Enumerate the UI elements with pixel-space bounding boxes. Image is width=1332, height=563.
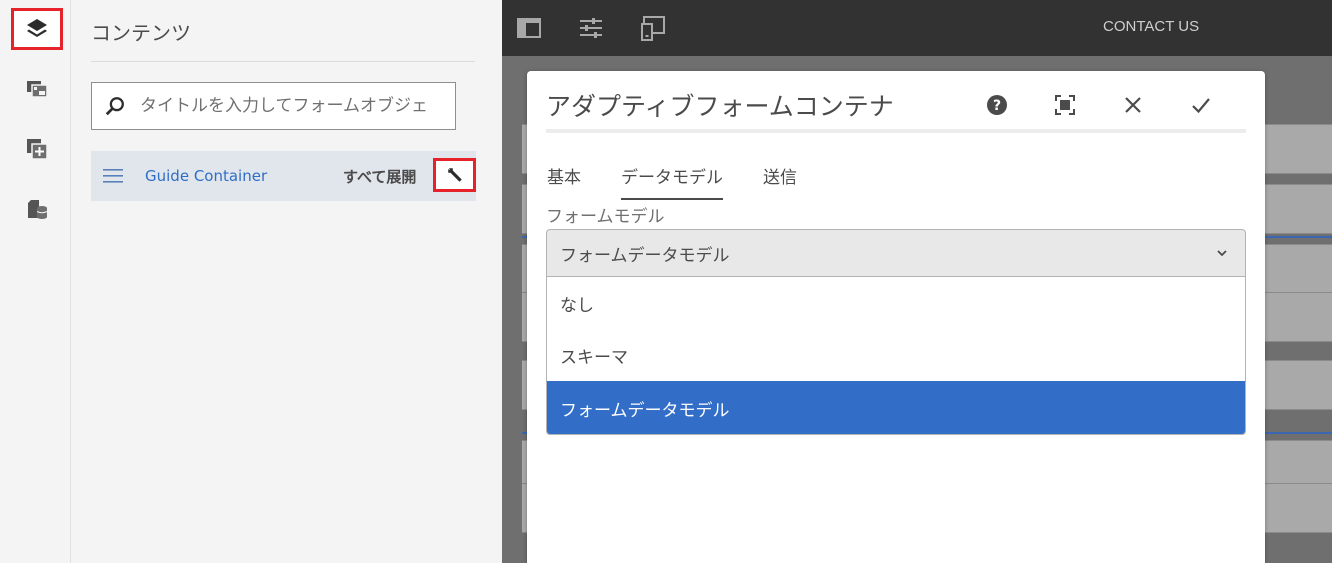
tree-item-label[interactable]: Guide Container (145, 167, 267, 185)
chevron-down-icon (1217, 250, 1227, 257)
panel-divider (91, 61, 475, 62)
expand-all-button[interactable]: すべて展開 (343, 166, 416, 187)
form-model-select[interactable]: フォームデータモデル (546, 229, 1246, 277)
contact-us-label: CONTACT US (1103, 18, 1200, 35)
dialog-divider (546, 129, 1246, 133)
list-icon (103, 169, 123, 183)
search-icon (105, 97, 124, 116)
add-component-button[interactable] (12, 129, 62, 169)
form-model-options: なし スキーマ フォームデータモデル (546, 277, 1246, 435)
fullscreen-button[interactable] (1031, 91, 1099, 119)
dialog-actions: ? (963, 91, 1235, 119)
option-schema[interactable]: スキーマ (547, 329, 1245, 381)
checkmark-icon (1192, 98, 1210, 114)
form-model-label: フォームモデル (546, 207, 665, 227)
help-button[interactable]: ? (963, 91, 1031, 119)
dialog-title: アダプティブフォームコンテナ (546, 92, 894, 121)
option-none[interactable]: なし (547, 277, 1245, 329)
tree-item-guide-container[interactable]: Guide Container すべて展開 (91, 151, 476, 201)
configure-button[interactable] (433, 158, 476, 192)
assets-icon (27, 81, 48, 98)
cancel-button[interactable] (1099, 91, 1167, 119)
close-icon (1125, 97, 1141, 113)
search-box[interactable] (91, 82, 456, 130)
panel-title: コンテンツ (91, 21, 191, 45)
add-component-icon (27, 139, 48, 160)
svg-text:?: ? (993, 98, 1001, 114)
search-input[interactable] (140, 96, 440, 116)
tab-data-model[interactable]: データモデル (621, 163, 723, 200)
properties-dialog: アダプティブフォームコンテナ ? 基本 データモデル 送信 フォームモデル フォ… (527, 71, 1265, 563)
tab-submission[interactable]: 送信 (763, 163, 797, 200)
layers-icon (27, 19, 47, 37)
left-rail (0, 0, 71, 563)
data-sources-icon (28, 200, 48, 219)
properties-sliders-icon[interactable] (577, 14, 605, 42)
option-form-data-model[interactable]: フォームデータモデル (547, 381, 1245, 434)
side-panel-toggle-icon[interactable] (515, 14, 543, 42)
help-icon: ? (987, 95, 1007, 115)
done-button[interactable] (1167, 91, 1235, 119)
tab-basic[interactable]: 基本 (547, 163, 581, 200)
fullscreen-icon (1055, 95, 1075, 115)
dialog-tabs: 基本 データモデル 送信 (547, 163, 837, 200)
assets-button[interactable] (12, 69, 62, 109)
device-emulator-icon[interactable] (639, 14, 667, 42)
editor-toolbar: CONTACT US (502, 0, 1332, 56)
wrench-icon (447, 168, 462, 182)
data-sources-button[interactable] (12, 189, 62, 229)
layers-button[interactable] (11, 8, 63, 50)
content-panel: コンテンツ Guide Container すべて展開 (71, 0, 501, 563)
form-model-selected-value: フォームデータモデル (560, 245, 730, 266)
